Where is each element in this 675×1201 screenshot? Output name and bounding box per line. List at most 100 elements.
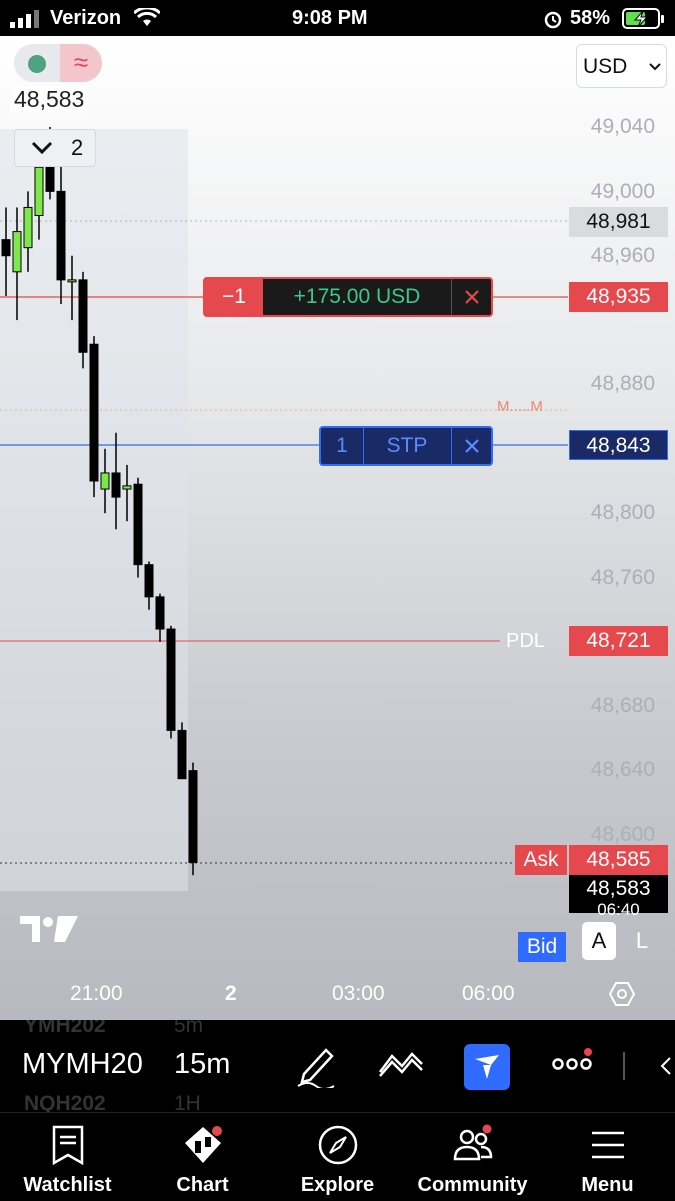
hamburger-icon <box>591 1131 624 1159</box>
close-position-button[interactable] <box>451 279 491 315</box>
battery-percent: 58% <box>570 7 611 29</box>
chart-toolbar: YMH202 5m MYMH20 15m NQH202 1H <box>0 1020 675 1112</box>
symbol-prev: YMH202 <box>24 1020 106 1037</box>
more-icon[interactable] <box>552 1048 596 1072</box>
candle-body <box>188 770 198 863</box>
auto-scale-button[interactable]: A <box>582 922 616 960</box>
mid-marker: M.....M <box>497 398 543 415</box>
time-tick: 06:00 <box>462 982 515 1005</box>
trading-panel-button[interactable] <box>464 1044 510 1090</box>
price-tick: 48,680 <box>590 694 655 717</box>
candle-body <box>133 483 143 566</box>
chart-settings-icon[interactable] <box>608 980 636 1008</box>
price-tick: 48,960 <box>590 244 655 267</box>
symbol-selector[interactable]: MYMH20 <box>22 1048 142 1081</box>
bid-price-tag: 48,583 06:40 <box>569 875 668 915</box>
candle-body <box>1 239 11 257</box>
close-icon <box>465 439 479 453</box>
price-tick: 48,760 <box>590 566 655 589</box>
toolbar-divider <box>623 1052 625 1080</box>
candle-body <box>56 190 66 281</box>
tab-bar: Watchlist Chart Explore Community Menu <box>0 1112 675 1201</box>
currency-value: USD <box>583 55 628 78</box>
market-open-icon <box>28 55 46 73</box>
indicators-icon[interactable] <box>378 1048 424 1078</box>
indicators-toggle[interactable]: 2 <box>14 129 96 167</box>
compass-icon <box>318 1125 357 1165</box>
stop-qty[interactable]: 1 <box>321 428 364 464</box>
tab-label: Community <box>417 1174 528 1196</box>
price-tick: 49,000 <box>590 180 655 203</box>
stop-order-widget[interactable]: 1 STP <box>319 426 493 466</box>
candle-body <box>100 472 110 490</box>
interval-prev: 5m <box>174 1020 204 1037</box>
instrument-price: 48,583 <box>10 86 89 113</box>
tab-label: Watchlist <box>23 1174 112 1196</box>
chevron-down-icon <box>649 63 661 71</box>
tab-label: Explore <box>300 1174 375 1196</box>
chevron-down-icon <box>31 141 53 155</box>
tab-watchlist[interactable]: Watchlist <box>0 1113 135 1201</box>
stop-type[interactable]: STP <box>363 428 451 464</box>
position-qty[interactable]: −1 <box>205 279 263 315</box>
candle-body <box>45 166 55 192</box>
delayed-data-icon[interactable]: ≈ <box>60 44 102 82</box>
chevron-left-icon[interactable] <box>658 1056 672 1076</box>
candle-body <box>122 485 132 490</box>
candle-body <box>12 231 22 273</box>
bid-label: Bid <box>518 932 566 962</box>
candle-body <box>111 472 121 498</box>
interval-next: 1H <box>174 1092 201 1112</box>
tradingview-logo <box>20 916 78 942</box>
cancel-stop-button[interactable] <box>451 428 491 464</box>
watchlist-icon <box>52 1125 83 1166</box>
status-pill[interactable]: ≈ <box>14 44 102 82</box>
currency-select[interactable]: USD <box>576 44 667 88</box>
time-tick: 2 <box>225 982 237 1005</box>
chart-area[interactable]: ≈ 48,583 2 USD 49,040 49,000 48,960 48,8… <box>0 36 675 1020</box>
candle-body <box>67 279 77 283</box>
bar-countdown: 06:40 <box>597 903 640 915</box>
bid-price: 48,583 <box>586 877 651 900</box>
tab-chart[interactable]: Chart <box>135 1113 270 1201</box>
price-tick: 48,600 <box>590 823 655 846</box>
position-widget[interactable]: −1 +175.00 USD <box>203 277 493 317</box>
close-icon <box>465 290 479 304</box>
community-icon <box>453 1124 492 1161</box>
pdl-price-tag: 48,721 <box>569 626 668 656</box>
trading-panel-icon <box>475 1055 499 1079</box>
candle-body <box>34 166 44 217</box>
drawing-tool-icon[interactable] <box>296 1044 336 1088</box>
stop-price-tag: 48,843 <box>569 430 668 460</box>
chart-tab-icon <box>184 1126 222 1163</box>
symbol-next: NQH202 <box>24 1092 106 1112</box>
candle-body <box>155 596 165 630</box>
candle-body <box>78 279 88 353</box>
carrier-label: Verizon <box>50 7 122 29</box>
price-tick: 48,640 <box>590 758 655 781</box>
position-pnl[interactable]: +175.00 USD <box>263 279 451 315</box>
price-tick: 48,880 <box>590 372 655 395</box>
price-tick: 49,040 <box>590 115 655 138</box>
battery-charging-icon <box>622 8 664 29</box>
tab-community[interactable]: Community <box>405 1113 540 1201</box>
log-scale-button[interactable]: L <box>625 922 659 960</box>
last-price-tag: 48,981 <box>569 207 668 237</box>
tab-menu[interactable]: Menu <box>540 1113 675 1201</box>
candle-body <box>177 729 187 780</box>
wifi-icon <box>134 8 160 26</box>
interval-selector[interactable]: 15m <box>174 1048 230 1081</box>
signal-icon <box>10 10 39 28</box>
tab-label: Chart <box>176 1174 229 1196</box>
alarm-icon <box>544 11 562 29</box>
pdl-label: PDL <box>506 630 545 652</box>
tab-explore[interactable]: Explore <box>270 1113 405 1201</box>
candle-body <box>23 206 33 249</box>
ask-price-tag: 48,585 <box>569 845 668 875</box>
time-tick: 21:00 <box>70 982 123 1005</box>
price-tick: 48,800 <box>590 501 655 524</box>
indicators-count: 2 <box>71 135 84 160</box>
tab-label: Menu <box>581 1174 634 1196</box>
candle-body <box>89 343 99 482</box>
candle-body <box>166 628 176 731</box>
